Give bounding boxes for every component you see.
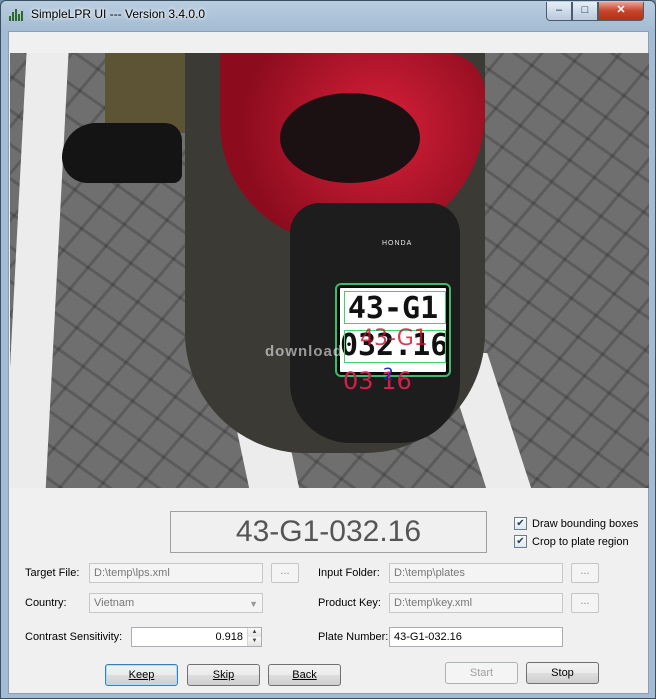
app-icon [9,9,25,21]
country-label: Country: [25,597,67,609]
product-key-input[interactable]: D:\temp\key.xml [389,593,563,613]
person-legs [105,53,195,133]
chevron-down-icon: ▼ [249,599,258,609]
contrast-spinner[interactable]: ▲ ▼ [247,628,261,646]
skip-button-label: Skip [212,669,235,681]
scooter-seat [280,93,420,183]
contrast-sensitivity-input[interactable]: 0.918 ▲ ▼ [131,627,262,647]
crop-to-plate-checkbox[interactable]: ✔ Crop to plate region [514,535,629,548]
target-file-input[interactable]: D:\temp\lps.xml [89,563,263,583]
close-button[interactable]: ✕ [598,2,644,21]
minimize-button[interactable]: – [546,2,572,21]
input-folder-browse-button[interactable]: ... [571,563,599,583]
back-button[interactable]: Back [268,664,341,686]
contrast-sensitivity-label: Contrast Sensitivity: [25,631,123,643]
back-button-label: Back [292,669,317,681]
keep-button-label: Keep [128,669,155,681]
stop-button[interactable]: Stop [526,662,599,684]
contrast-sensitivity-value: 0.918 [215,631,243,643]
brand-badge: HONDA [382,240,413,247]
target-file-browse-button[interactable]: ... [271,563,299,583]
window-title: SimpleLPR UI --- Version 3.4.0.0 [31,7,206,21]
lane-marking [10,53,69,488]
draw-bounding-boxes-checkbox[interactable]: ✔ Draw bounding boxes [514,517,638,530]
recognized-overlay-bottom: 03 16 [343,367,412,395]
app-window: SimpleLPR UI --- Version 3.4.0.0 – □ ✕ H… [0,0,656,699]
input-folder-input[interactable]: D:\temp\plates [389,563,563,583]
country-select[interactable]: Vietnam ▼ [89,593,263,613]
start-button[interactable]: Start [445,662,518,684]
char-bounding-box [344,291,446,324]
skip-button[interactable]: Skip [187,664,260,686]
spin-down-icon[interactable]: ▼ [248,637,261,646]
checkmark-icon: ✔ [514,535,527,548]
spin-up-icon[interactable]: ▲ [248,628,261,637]
plate-result-display: 43-G1-032.16 [170,511,487,553]
country-value: Vietnam [94,597,135,609]
checkmark-icon: ✔ [514,517,527,530]
product-key-label: Product Key: [318,597,381,609]
input-folder-label: Input Folder: [318,567,380,579]
recognized-overlay-top: 43-G1 [360,326,428,351]
person-shoe [62,123,182,183]
product-key-browse-button[interactable]: ... [571,593,599,613]
maximize-button[interactable]: □ [572,2,598,21]
plate-image-view: HONDA 43-G1 032.16 43-G1 03 16 2 downloa… [10,53,649,488]
title-bar[interactable]: SimpleLPR UI --- Version 3.4.0.0 – □ ✕ [1,1,655,29]
watermark: download [265,343,343,360]
crop-to-plate-label: Crop to plate region [532,535,629,548]
plate-number-label: Plate Number: [318,631,389,643]
draw-bounding-boxes-label: Draw bounding boxes [532,517,639,530]
keep-button[interactable]: Keep [105,664,178,686]
target-file-label: Target File: [25,567,80,579]
recognized-overlay-digit: 2 [383,365,394,385]
client-area: HONDA 43-G1 032.16 43-G1 03 16 2 downloa… [8,31,649,694]
plate-number-input[interactable]: 43-G1-032.16 [389,627,563,647]
